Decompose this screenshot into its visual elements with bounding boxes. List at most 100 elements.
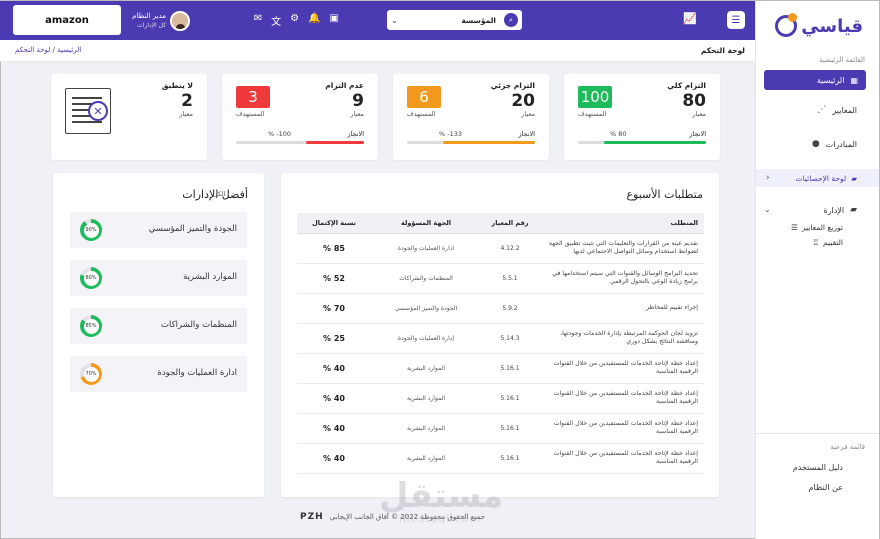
table-row[interactable]: إعداد خطة لإتاحة الخدمات للمستفيدين من خ… bbox=[297, 443, 704, 474]
requirement-cell: إعداد خطة لإتاحة الخدمات للمستفيدين من خ… bbox=[539, 383, 704, 414]
ring-value: 70% bbox=[83, 366, 99, 382]
stat-value: 2 bbox=[181, 91, 193, 111]
column-header: المتطلب bbox=[539, 213, 704, 234]
department-name: الموارد البشرية bbox=[183, 272, 237, 282]
standard-code-cell: 5.16.1 bbox=[481, 443, 539, 474]
completion-cell: 25 % bbox=[297, 323, 371, 354]
sidebar-item-about[interactable]: عن النظام bbox=[809, 483, 843, 492]
achievement-label: الانجاز bbox=[689, 130, 706, 138]
sidebar-item-initiatives[interactable]: المبادرات ● bbox=[812, 139, 857, 149]
stat-value: 9 bbox=[352, 91, 364, 111]
progress-bar bbox=[578, 141, 706, 144]
sidebar-subitem-evaluation[interactable]: التقييم ♖ bbox=[812, 238, 843, 247]
standard-code-cell: 5.9.2 bbox=[481, 293, 539, 324]
sidebar-subitem-distribute[interactable]: توزيع المعايير ☰ bbox=[791, 223, 843, 232]
watermark-url: mostaql.com bbox=[399, 512, 482, 525]
requirement-cell: إجراء تقييم للمخاطر bbox=[539, 293, 704, 324]
divider bbox=[756, 433, 879, 434]
gear-icon[interactable]: ⚙ bbox=[290, 13, 299, 28]
close-icon: ✕ bbox=[88, 101, 108, 121]
achievement-percent: 133- % bbox=[439, 130, 463, 138]
avatar bbox=[170, 10, 190, 31]
sidebar-item-standards[interactable]: المعايير ⋱ bbox=[817, 105, 857, 115]
sidebar-item-label: توزيع المعايير bbox=[801, 223, 843, 232]
ring-value: 80% bbox=[83, 270, 99, 286]
sidebar-item-label: الإدارة bbox=[823, 205, 845, 215]
sidebar-item-home[interactable]: ▦ الرئيسية bbox=[764, 70, 866, 90]
achievement-label: الانجاز bbox=[518, 130, 535, 138]
section-sub-label: قائمة فرعية bbox=[830, 443, 865, 451]
target-badge: 6 bbox=[407, 86, 441, 108]
department-name: ادارة العمليات والجودة bbox=[157, 368, 237, 378]
user-menu[interactable]: مدير النظام كل الإدارات bbox=[115, 1, 190, 40]
organization-select[interactable]: ⌕ المؤسسة ⌄ bbox=[387, 10, 522, 30]
department-cell: الموارد البشرية bbox=[371, 353, 481, 384]
stat-value: 20 bbox=[511, 91, 535, 111]
logo-text: قياسي bbox=[801, 15, 863, 37]
sidebar-item-dashboard[interactable]: ▰ لوحة الإحصائيات ‹ bbox=[756, 169, 879, 187]
standard-code-cell: 5.16.1 bbox=[481, 353, 539, 384]
list-item[interactable]: الموارد البشرية 80% bbox=[70, 260, 247, 296]
sidebar-item-label: المعايير bbox=[832, 105, 857, 115]
requirement-cell: إعداد خطة لإتاحة الخدمات للمستفيدين من خ… bbox=[539, 413, 704, 444]
logo[interactable]: قياسي bbox=[775, 11, 863, 41]
table-row[interactable]: إعداد خطة لإتاحة الخدمات للمستفيدين من خ… bbox=[297, 383, 704, 414]
user-role: كل الإدارات bbox=[137, 21, 166, 29]
list-item[interactable]: الجودة والتميز المؤسسي 90% bbox=[70, 212, 247, 248]
requirement-cell: تحديد البرامج الوسائل والقنوات التي سيتم… bbox=[539, 263, 704, 294]
sidebar-item-admin[interactable]: ▰ الإدارة bbox=[823, 205, 857, 215]
column-header: رقم المعيار bbox=[481, 213, 539, 234]
clipboard-icon[interactable]: ▣ bbox=[330, 13, 339, 28]
watermark: مستقل bbox=[379, 476, 504, 516]
table-row[interactable]: إعداد خطة لإتاحة الخدمات للمستفيدين من خ… bbox=[297, 353, 704, 384]
completion-cell: 40 % bbox=[297, 413, 371, 444]
logo-mark-icon bbox=[775, 13, 798, 37]
footer-brand: PZH bbox=[300, 512, 324, 522]
chevron-down-icon: ⌄ bbox=[391, 15, 398, 25]
breadcrumb[interactable]: الرئيسية / لوحة التحكم bbox=[15, 46, 81, 54]
requirement-cell: إعداد خطة لإتاحة الخدمات للمستفيدين من خ… bbox=[539, 443, 704, 474]
document-search-icon: ✕ bbox=[65, 88, 111, 134]
table-row[interactable]: إجراء تقييم للمخاطر 5.9.2 الجودة والتميز ا… bbox=[297, 293, 704, 324]
brand-logo: amazon bbox=[13, 5, 121, 35]
achievement-percent: 100- % bbox=[268, 130, 292, 138]
completion-cell: 40 % bbox=[297, 383, 371, 414]
department-cell: المنظمات والشراكات bbox=[371, 263, 481, 294]
target-label: المستهدف bbox=[407, 110, 436, 118]
table-row[interactable]: تزويد لجان الحوكمة المرتبطة بإدارة الخدم… bbox=[297, 323, 704, 354]
progress-ring: 80% bbox=[80, 267, 102, 289]
chevron-left-icon: ‹ bbox=[766, 173, 770, 183]
translate-icon[interactable]: 文 bbox=[271, 13, 281, 28]
department-name: المنظمات والشراكات bbox=[161, 320, 237, 330]
table-row[interactable]: تقديم عينة من القرارات والتعليمات التي ت… bbox=[297, 233, 704, 264]
dashboard-icon: ▰ bbox=[851, 173, 857, 183]
stat-label: التزام جزئي bbox=[490, 81, 535, 90]
requirement-cell: تقديم عينة من القرارات والتعليمات التي ت… bbox=[539, 233, 704, 264]
sidebar-item-user-guide[interactable]: دليل المستخدم bbox=[793, 463, 843, 472]
standard-code-cell: 5.16.1 bbox=[481, 383, 539, 414]
menu-icon[interactable]: ☰ bbox=[727, 11, 745, 29]
requirements-table: المتطلب رقم المعيار الجهة المسؤولة نسبة … bbox=[297, 213, 704, 474]
column-header: الجهة المسؤولة bbox=[371, 213, 481, 234]
topbar: ☰ 📈 ⌕ المؤسسة ⌄ ▣ 🔔 ⚙ 文 ✉ مدير النظام كل… bbox=[0, 1, 755, 40]
completion-cell: 40 % bbox=[297, 353, 371, 384]
home-icon: ▦ bbox=[850, 75, 858, 85]
completion-cell: 52 % bbox=[297, 263, 371, 294]
chevron-down-icon[interactable]: ⌄ bbox=[764, 205, 771, 214]
card-title: متطلبات الأسبوع bbox=[626, 188, 703, 201]
bell-icon[interactable]: 🔔 bbox=[308, 13, 320, 28]
breadcrumb-bar: لوحة التحكم الرئيسية / لوحة التحكم bbox=[0, 40, 755, 62]
target-label: المستهدف bbox=[236, 110, 265, 118]
progress-fill bbox=[603, 141, 706, 144]
table-row[interactable]: تحديد البرامج الوسائل والقنوات التي سيتم… bbox=[297, 263, 704, 294]
mail-icon[interactable]: ✉ bbox=[254, 13, 262, 28]
stat-label: التزام كلي bbox=[667, 81, 706, 90]
view-all-link[interactable]: الكل bbox=[213, 190, 225, 198]
list-item[interactable]: ادارة العمليات والجودة 70% bbox=[70, 356, 247, 392]
list-item[interactable]: المنظمات والشراكات 85% bbox=[70, 308, 247, 344]
sidebar-item-label: لوحة الإحصائيات bbox=[795, 173, 847, 183]
table-row[interactable]: إعداد خطة لإتاحة الخدمات للمستفيدين من خ… bbox=[297, 413, 704, 444]
sidebar-item-label: الرئيسية bbox=[816, 75, 845, 85]
sidebar: قياسي القائمة الرئيسية ▦ الرئيسية المعاي… bbox=[755, 1, 879, 539]
chart-icon[interactable]: 📈 bbox=[683, 12, 697, 25]
